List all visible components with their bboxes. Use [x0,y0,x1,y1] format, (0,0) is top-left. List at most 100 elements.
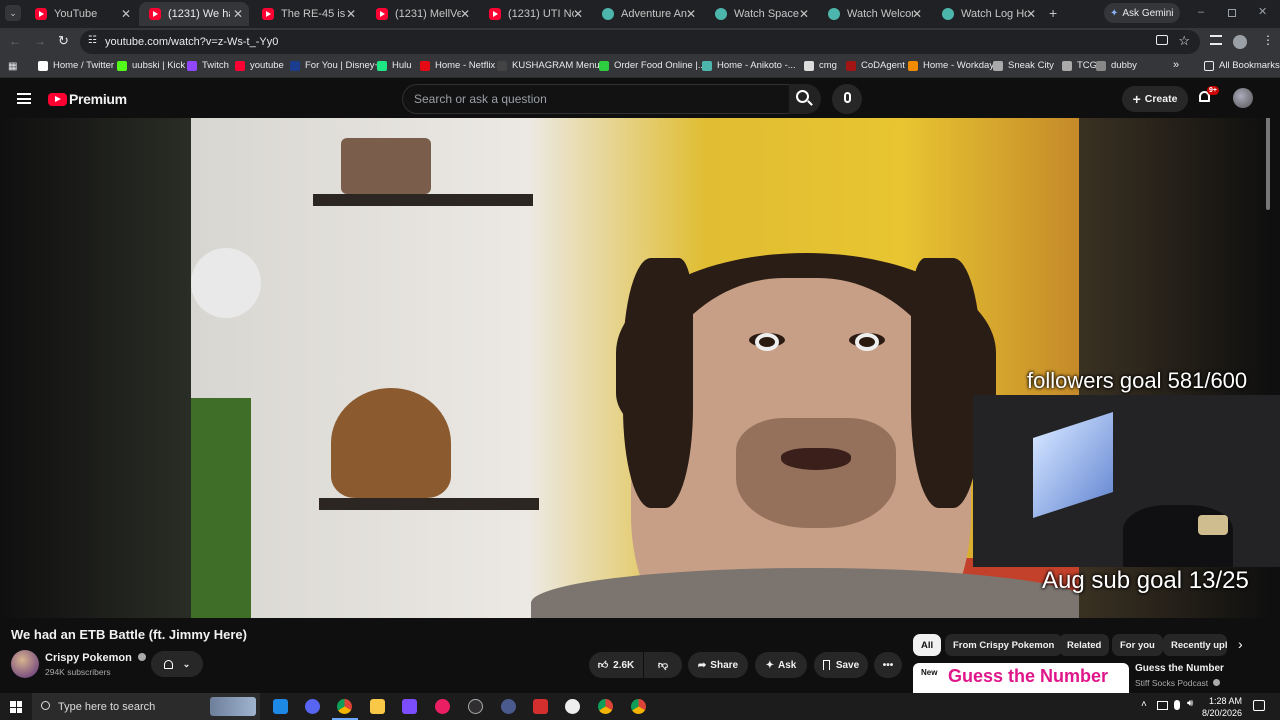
address-bar[interactable]: ☷ youtube.com/watch?v=z-Ws-t_-Yy0 ☆ [80,30,1200,54]
network-icon[interactable] [1157,701,1168,710]
task-view-icon[interactable] [273,699,288,714]
chrome-icon[interactable] [337,699,352,714]
close-icon[interactable]: ✕ [1026,7,1036,21]
close-icon[interactable]: ✕ [912,7,922,21]
tab-2[interactable]: The RE-45 is so ba ✕ [252,2,362,26]
tab-5[interactable]: Adventure Anime ✕ [592,2,702,26]
close-icon[interactable]: ✕ [346,7,356,21]
channel-avatar[interactable] [11,650,39,678]
back-icon[interactable]: ← [9,34,21,48]
like-button[interactable]: 👍︎ 2.6K [589,652,643,678]
install-app-icon[interactable] [1156,35,1168,45]
chrome-icon[interactable] [598,699,613,714]
apps-grid-icon[interactable]: ▦ [8,61,17,72]
bookmark-star-icon[interactable]: ☆ [1178,33,1190,49]
bookmark-item[interactable]: Hulu [377,60,412,71]
taskbar-clock[interactable]: 1:28 AM 8/20/2026 [1200,695,1242,719]
bookmark-item[interactable]: Home - Netflix [420,60,495,71]
youtube-logo[interactable]: Premium [48,91,127,107]
chip-all[interactable]: All [913,634,942,656]
dislike-button[interactable]: 👎︎ [644,652,682,678]
subscribed-button[interactable]: ⌄ [151,651,203,677]
chrome-icon[interactable] [631,699,646,714]
chip-from-channel[interactable]: From Crispy Pokemon [945,634,1063,656]
tab-7[interactable]: Watch Welcome to ✕ [818,2,928,26]
search-input[interactable]: Search or ask a question [402,84,790,114]
chip-recently-uploaded[interactable]: Recently upl [1163,634,1227,656]
reload-icon[interactable]: ↻ [58,33,69,49]
search-button[interactable] [789,84,821,114]
gamepad-icon[interactable] [402,699,417,714]
video-scrollbar[interactable] [1266,118,1270,210]
bookmark-item[interactable]: Order Food Online |... [599,60,706,71]
app-icon[interactable] [501,699,516,714]
acrobat-icon[interactable] [533,699,548,714]
tab-0[interactable]: YouTube ✕ [25,2,137,26]
media-player-icon[interactable] [435,699,450,714]
taskbar-search-input[interactable]: Type here to search [32,693,260,720]
notification-center-icon[interactable] [1253,700,1265,711]
user-avatar[interactable] [1233,88,1253,108]
recommended-title[interactable]: Guess the Number [1135,663,1224,674]
tab-4[interactable]: (1231) UTI Nostalg ✕ [479,2,589,26]
microphone-icon[interactable] [1174,700,1180,710]
save-button[interactable]: Save [814,652,868,678]
bookmarks-overflow-icon[interactable]: » [1173,59,1179,71]
ask-button[interactable]: ✦ Ask [755,652,807,678]
voice-search-button[interactable] [832,84,862,114]
bookmark-item[interactable]: Home - Workday [908,60,994,71]
close-icon[interactable]: ✕ [573,7,583,21]
chip-for-you[interactable]: For you [1112,634,1163,656]
close-window-button[interactable]: ✕ [1258,5,1267,18]
clock-app-icon[interactable] [565,699,580,714]
close-icon[interactable]: ✕ [233,7,243,21]
chrome-menu-icon[interactable]: ⋮ [1262,33,1274,47]
file-explorer-icon[interactable] [370,699,385,714]
all-bookmarks[interactable]: All Bookmarks [1204,60,1280,71]
bookmark-item[interactable]: Sneak City [993,60,1054,71]
tab-3[interactable]: (1231) MellVerse - ✕ [366,2,476,26]
chevron-right-icon[interactable]: › [1238,636,1243,652]
hamburger-menu-icon[interactable] [17,93,31,104]
maximize-button[interactable] [1228,9,1236,17]
windows-start-icon[interactable] [10,701,22,713]
new-tab-button[interactable]: + [1049,5,1057,21]
discord-icon[interactable] [305,699,320,714]
close-icon[interactable]: ✕ [460,7,470,21]
recommended-thumbnail[interactable]: New Guess the Number [913,663,1129,693]
bookmark-item[interactable]: Twitch [187,60,229,71]
forward-icon[interactable]: → [34,34,46,48]
bookmark-item[interactable]: youtube [235,60,284,71]
profile-avatar[interactable] [1233,35,1247,49]
bookmark-item[interactable]: dubby [1096,60,1137,71]
bookmark-item[interactable]: KUSHAGRAM Menu... [497,60,608,71]
tab-8[interactable]: Watch Log Horizo ✕ [932,2,1042,26]
close-icon[interactable]: ✕ [121,7,131,21]
minimize-button[interactable]: – [1198,6,1210,18]
more-actions-button[interactable]: ••• [874,652,902,678]
tab-search-button[interactable]: ⌄ [5,5,21,21]
bookmark-favicon-icon [290,60,300,71]
chip-related[interactable]: Related [1059,634,1110,656]
tab-1[interactable]: (1231) We had an ✕ [139,2,249,26]
obs-icon[interactable] [468,699,483,714]
bookmark-item[interactable]: Home / Twitter [38,60,114,71]
site-info-icon[interactable]: ☷ [88,35,97,46]
bookmark-item[interactable]: Home - Anikoto -... [702,60,796,71]
close-icon[interactable]: ✕ [799,7,809,21]
create-button[interactable]: + Create [1122,86,1188,112]
bookmark-item[interactable]: uubski | Kick [117,60,185,71]
media-controls-icon[interactable] [1210,35,1222,45]
volume-icon[interactable]: 🔊︎ [1187,698,1193,709]
share-button[interactable]: ➦ Share [688,652,748,678]
notifications-button[interactable]: 9+ [1197,86,1219,106]
channel-name[interactable]: Crispy Pokemon [45,652,146,664]
bookmark-item[interactable]: CoDAgent [846,60,905,71]
close-icon[interactable]: ✕ [686,7,696,21]
bookmark-item[interactable]: For You | Disney+ [290,60,380,71]
bookmark-item[interactable]: cmg [804,60,837,71]
ask-gemini-button[interactable]: ✦ Ask Gemini [1104,3,1180,23]
bookmark-item[interactable]: TCG [1062,60,1097,71]
tab-6[interactable]: Watch Space Pirat ✕ [705,2,815,26]
tray-chevron-icon[interactable]: ˄ [1141,699,1147,710]
